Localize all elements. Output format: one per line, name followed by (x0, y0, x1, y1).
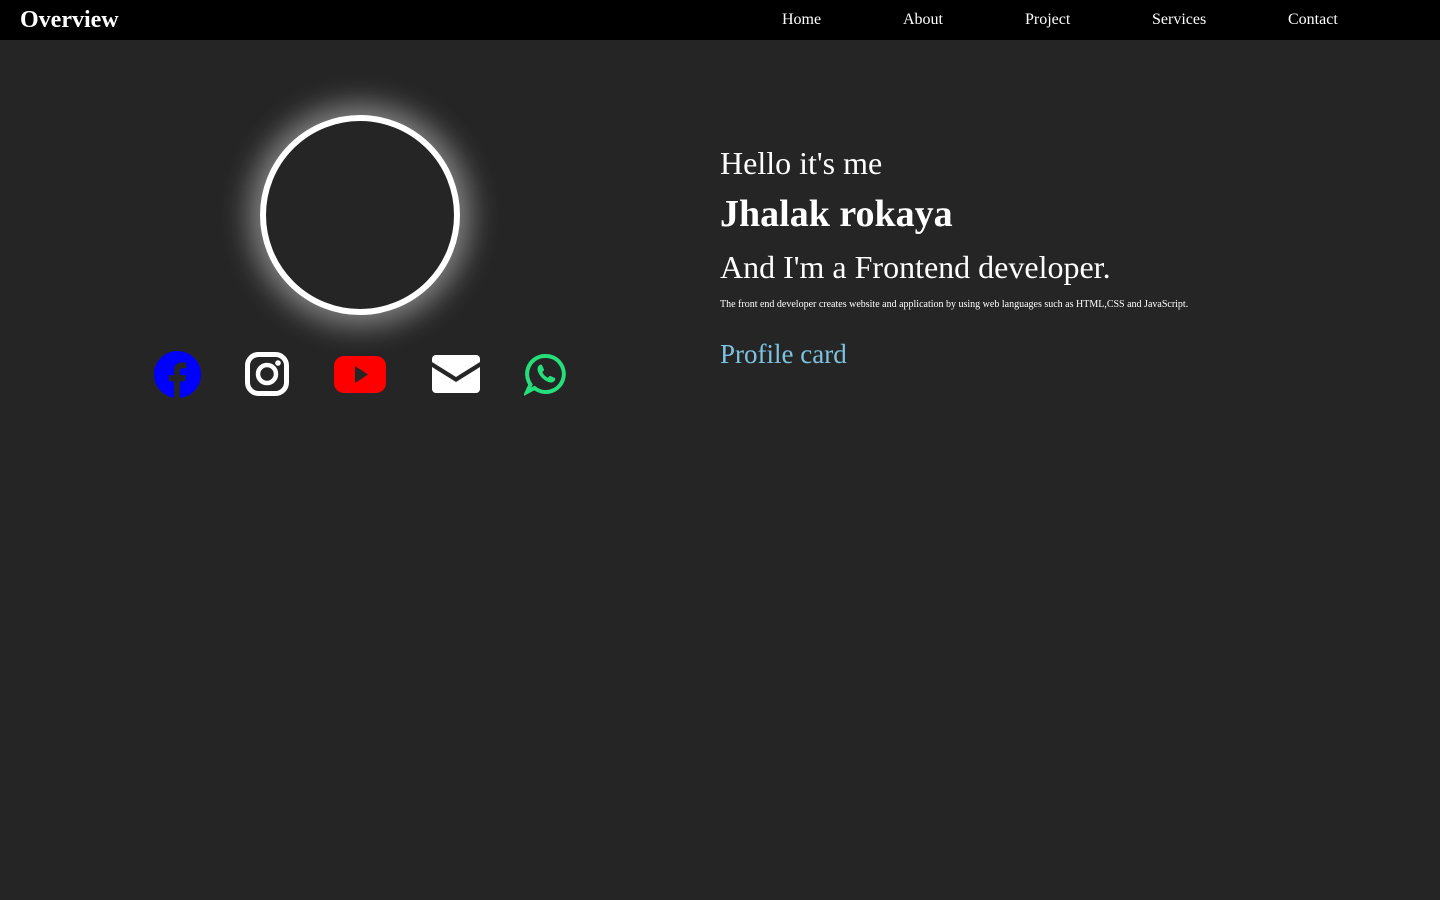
envelope-icon[interactable] (432, 355, 480, 393)
nav-about-link[interactable]: About (903, 10, 943, 29)
facebook-icon[interactable] (154, 351, 201, 398)
nav-contact-link[interactable]: Contact (1288, 10, 1338, 29)
nav-home-link[interactable]: Home (782, 10, 821, 29)
profile-card-link[interactable]: Profile card (720, 339, 847, 369)
nav-project-link[interactable]: Project (1025, 10, 1070, 29)
whatsapp-icon[interactable] (524, 352, 568, 396)
description-text: The front end developer creates website … (720, 299, 1189, 310)
greeting-heading: Hello it's me (720, 145, 883, 181)
name-heading: Jhalak rokaya (720, 193, 953, 235)
top-navbar: Overview Home About Project Services Con… (0, 0, 1440, 40)
brand-title[interactable]: Overview (20, 6, 119, 34)
youtube-icon[interactable] (334, 356, 386, 393)
instagram-icon[interactable] (245, 352, 289, 396)
profile-avatar (260, 115, 460, 315)
role-heading: And I'm a Frontend developer. (720, 249, 1111, 285)
nav-services-link[interactable]: Services (1152, 10, 1206, 29)
